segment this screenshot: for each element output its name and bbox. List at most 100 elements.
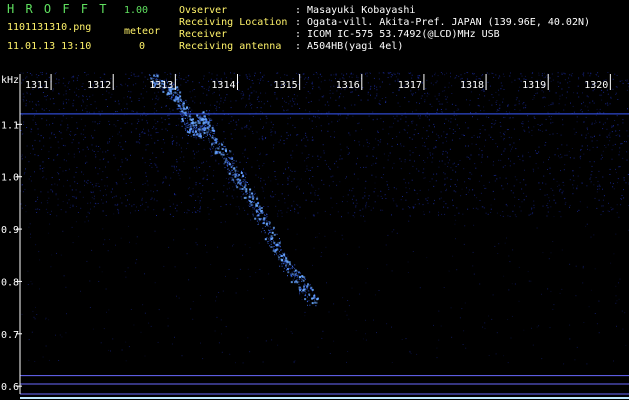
noise-speckle — [444, 178, 446, 180]
echo-point — [269, 226, 271, 228]
noise-speckle — [324, 79, 326, 81]
noise-speckle — [30, 153, 31, 154]
noise-speckle — [600, 94, 602, 96]
echo-point — [213, 141, 215, 143]
noise-speckle — [391, 145, 393, 147]
noise-speckle — [198, 143, 200, 145]
noise-speckle — [585, 116, 587, 118]
echo-point — [266, 216, 268, 218]
noise-speckle — [293, 200, 295, 202]
noise-speckle — [572, 105, 574, 107]
noise-speckle — [69, 185, 71, 187]
echo-point — [228, 169, 230, 171]
echo-point — [211, 129, 214, 132]
noise-speckle — [53, 103, 55, 105]
noise-speckle — [481, 150, 483, 152]
echo-point — [228, 157, 230, 158]
echo-point — [262, 212, 264, 214]
noise-speckle — [68, 82, 69, 84]
noise-speckle — [305, 77, 307, 79]
noise-speckle — [278, 210, 280, 212]
noise-speckle — [523, 192, 525, 194]
noise-speckle — [308, 183, 309, 185]
noise-speckle — [370, 94, 371, 96]
noise-speckle — [154, 142, 156, 144]
noise-speckle — [174, 194, 176, 196]
echo-point — [299, 276, 301, 279]
noise-speckle — [532, 72, 534, 74]
noise-speckle — [615, 295, 617, 297]
noise-speckle — [309, 111, 311, 113]
noise-speckle — [536, 92, 538, 94]
noise-speckle — [418, 75, 420, 76]
noise-speckle — [105, 189, 106, 190]
echo-point — [307, 283, 309, 286]
noise-speckle — [354, 212, 356, 214]
noise-speckle — [218, 163, 220, 165]
noise-speckle — [398, 73, 400, 75]
noise-speckle — [221, 351, 223, 353]
noise-speckle — [462, 213, 464, 215]
noise-speckle — [509, 75, 511, 77]
noise-speckle — [101, 110, 103, 112]
noise-speckle — [220, 100, 222, 102]
noise-speckle — [439, 160, 440, 162]
noise-speckle — [265, 92, 267, 94]
echo-point — [245, 190, 248, 193]
noise-speckle — [464, 73, 466, 75]
noise-speckle — [602, 210, 604, 212]
noise-speckle — [558, 211, 560, 213]
noise-speckle — [466, 187, 467, 189]
echo-point — [247, 182, 248, 183]
echo-point — [277, 255, 279, 257]
noise-speckle — [133, 74, 135, 76]
noise-speckle — [110, 191, 112, 193]
noise-speckle — [41, 168, 43, 169]
echo-point — [182, 104, 185, 107]
noise-speckle — [525, 104, 527, 106]
echo-point — [249, 193, 251, 195]
noise-speckle — [611, 149, 613, 151]
noise-speckle — [481, 75, 483, 77]
noise-speckle — [490, 136, 492, 138]
echo-point — [195, 124, 198, 127]
noise-speckle — [619, 134, 621, 136]
noise-speckle — [233, 72, 235, 74]
noise-speckle — [63, 185, 65, 187]
noise-speckle — [252, 191, 254, 193]
echo-point — [202, 111, 205, 114]
noise-speckle — [625, 141, 627, 143]
echo-point — [266, 220, 268, 222]
noise-speckle — [146, 180, 148, 182]
noise-speckle — [293, 178, 295, 180]
noise-speckle — [169, 213, 171, 215]
noise-speckle — [518, 103, 520, 105]
noise-speckle — [397, 102, 399, 104]
noise-speckle — [391, 326, 392, 328]
noise-speckle — [367, 72, 368, 74]
echo-point — [181, 118, 184, 120]
echo-point — [287, 275, 288, 277]
noise-speckle — [456, 124, 458, 126]
noise-speckle — [66, 102, 67, 104]
x-tick-label: 1315 — [274, 80, 298, 91]
noise-speckle — [210, 155, 212, 157]
noise-speckle — [128, 346, 130, 348]
noise-speckle — [151, 128, 153, 129]
noise-speckle — [102, 210, 104, 212]
echo-point — [187, 111, 189, 113]
echo-point — [271, 229, 273, 231]
echo-point — [237, 181, 240, 184]
noise-speckle — [57, 204, 59, 206]
noise-speckle — [547, 207, 549, 209]
noise-speckle — [271, 131, 273, 132]
echo-point — [265, 217, 267, 219]
noise-speckle — [152, 152, 154, 154]
noise-speckle — [479, 132, 481, 134]
noise-speckle — [226, 195, 228, 197]
echo-point — [213, 143, 215, 145]
noise-speckle — [521, 75, 523, 77]
noise-speckle — [320, 255, 322, 257]
noise-speckle — [222, 110, 224, 112]
noise-speckle — [474, 194, 476, 196]
